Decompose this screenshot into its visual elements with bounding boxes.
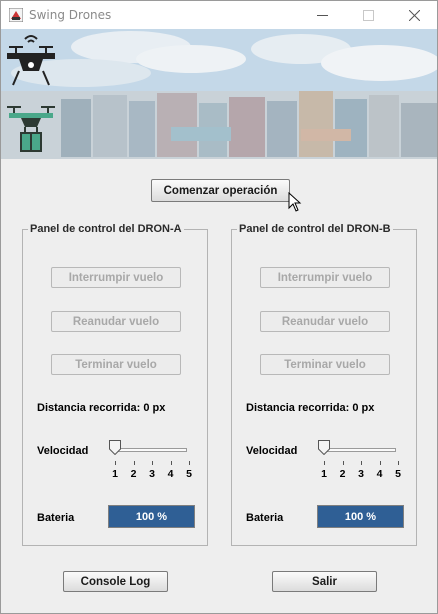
mouse-cursor-icon: [288, 192, 302, 212]
slider-track: [113, 448, 187, 452]
slider-track: [322, 448, 396, 452]
slider-tick: [170, 461, 172, 465]
sky-clouds: [1, 29, 437, 93]
interrupt-flight-button[interactable]: Interrumpir vuelo: [260, 267, 390, 288]
drone-delivery-icon: [7, 106, 55, 152]
interrupt-flight-button[interactable]: Interrumpir vuelo: [51, 267, 181, 288]
title-bar[interactable]: Swing Drones: [1, 1, 437, 29]
slider-tick-label: 4: [167, 468, 174, 480]
end-flight-button[interactable]: Terminar vuelo: [51, 354, 181, 375]
panel-title: Panel de control del DRON-B: [237, 223, 393, 235]
speed-slider[interactable]: 1 2 3 4 5: [318, 439, 401, 480]
start-operation-button[interactable]: Comenzar operación: [151, 179, 290, 202]
slider-tick: [361, 461, 362, 465]
slider-tick: [189, 461, 190, 465]
app-window: Swing Drones Comenzar operación Panel de…: [0, 0, 438, 614]
minimize-icon[interactable]: [299, 1, 345, 29]
speed-slider[interactable]: 1 2 3 4 5: [109, 439, 192, 480]
slider-tick-label: 4: [376, 468, 383, 480]
app-icon: [9, 8, 23, 22]
shipping-containers-photo: [1, 91, 437, 159]
battery-label: Bateria: [37, 512, 75, 524]
drone-a-control-panel: Panel de control del DRON-A Interrumpir …: [22, 223, 208, 546]
header-banner: [1, 29, 437, 159]
slider-tick-label: 3: [358, 468, 364, 480]
slider-tick: [342, 461, 344, 465]
slider-thumb[interactable]: [109, 440, 121, 455]
slider-thumb[interactable]: [318, 440, 330, 455]
resume-flight-button[interactable]: Reanudar vuelo: [51, 311, 181, 332]
slider-tick: [324, 461, 325, 465]
slider-tick: [398, 461, 399, 465]
battery-percent: 100 %: [344, 510, 377, 523]
slider-tick: [115, 461, 116, 465]
battery-label: Bateria: [246, 512, 284, 524]
battery-progress-bar: 100 %: [108, 505, 195, 528]
slider-tick-label: 1: [112, 468, 118, 480]
slider-tick: [133, 461, 135, 465]
speed-label: Velocidad: [37, 445, 89, 457]
maximize-icon[interactable]: [345, 1, 391, 29]
battery-progress-bar: 100 %: [317, 505, 404, 528]
slider-tick-label: 5: [186, 468, 192, 480]
slider-tick-label: 2: [339, 468, 346, 480]
drone-icon: [7, 35, 55, 86]
distance-label: Distancia recorrida: 0 px: [37, 402, 166, 414]
end-flight-button[interactable]: Terminar vuelo: [260, 354, 390, 375]
window-title: Swing Drones: [29, 8, 112, 22]
resume-flight-button[interactable]: Reanudar vuelo: [260, 311, 390, 332]
panel-title: Panel de control del DRON-A: [28, 223, 184, 235]
slider-tick-label: 1: [321, 468, 327, 480]
drone-b-control-panel: Panel de control del DRON-B Interrumpir …: [231, 223, 417, 546]
close-icon[interactable]: [391, 1, 437, 29]
console-log-button[interactable]: Console Log: [63, 571, 168, 592]
distance-label: Distancia recorrida: 0 px: [246, 402, 375, 414]
slider-tick: [379, 461, 381, 465]
slider-tick-label: 3: [149, 468, 155, 480]
slider-tick-label: 2: [130, 468, 137, 480]
exit-button[interactable]: Salir: [272, 571, 377, 592]
slider-tick: [152, 461, 153, 465]
speed-label: Velocidad: [246, 445, 298, 457]
slider-tick-label: 5: [395, 468, 401, 480]
battery-percent: 100 %: [135, 510, 168, 523]
